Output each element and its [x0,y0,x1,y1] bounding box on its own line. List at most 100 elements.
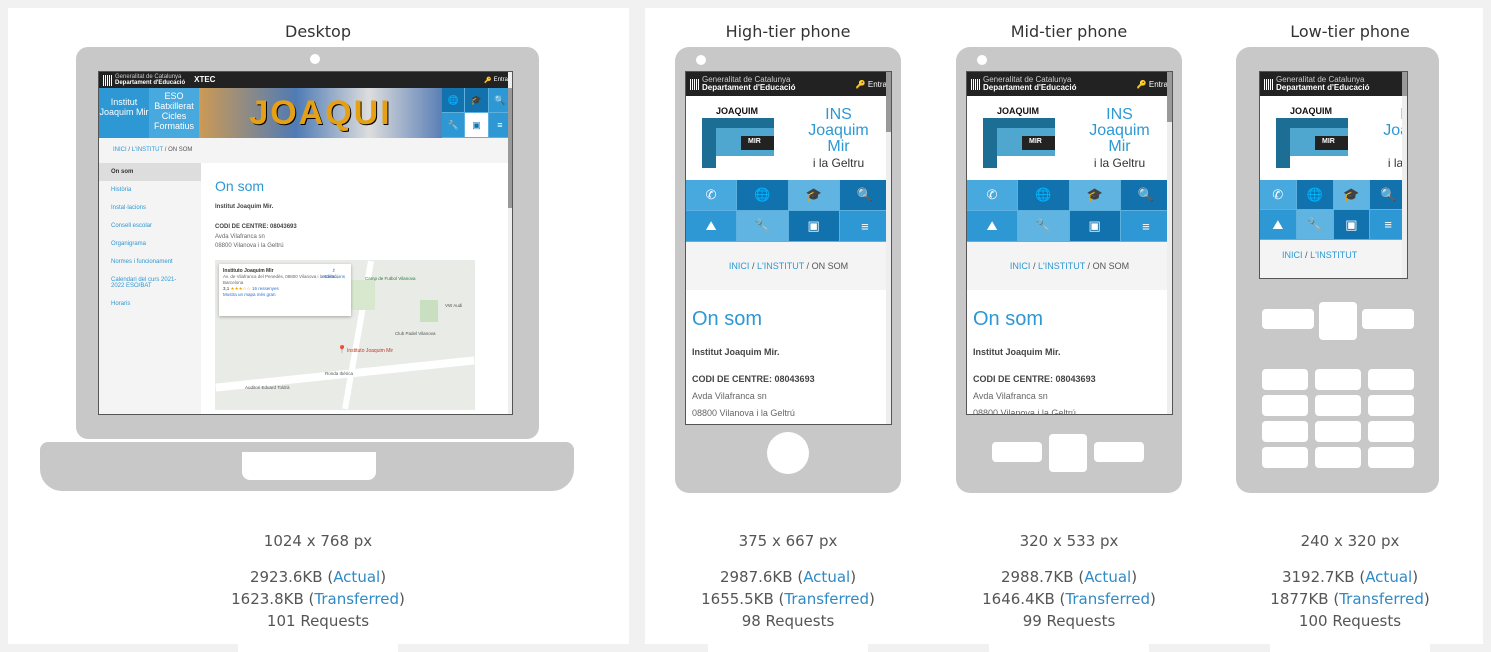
transferred-link[interactable]: Transferred [1339,590,1424,608]
globe-icon[interactable]: 🌐 [737,180,789,211]
page-heading: On som [692,308,763,330]
keypad-key[interactable] [1262,421,1308,442]
graduation-icon[interactable]: 🎓 [788,180,840,211]
keypad-key[interactable] [1262,369,1308,390]
soft-key-left[interactable] [992,442,1042,462]
graduation-icon[interactable]: 🎓 [1333,180,1371,210]
sidebar-item[interactable]: Organigrama [99,235,201,253]
sidebar-item[interactable]: Normes i funcionament [99,253,201,271]
low-stats: 240 x 320 px 3192.7KB (Actual) 1877KB (T… [1270,532,1430,630]
wrench-icon[interactable]: 🔧 [442,113,466,138]
phone-camera [696,55,706,65]
main-content: On som Institut Joaquim Mir. CODI DE CEN… [967,290,1172,414]
actual-link[interactable]: Actual [803,568,850,586]
wrench-icon[interactable]: 🔧 [737,211,789,242]
directions-link[interactable]: ⮥ Indicacions [322,268,345,280]
breadcrumb: INICI / L'INSTITUT / ON SOM [686,242,891,290]
high-title: High-tier phone [725,22,851,41]
home-button[interactable] [767,432,809,474]
keypad-key[interactable] [1368,447,1414,468]
graduation-icon[interactable]: 🎓 [1069,180,1121,211]
sidebar-item[interactable]: Calendari del curs 2021-2022 ESO/BAT [99,271,201,295]
keypad-key[interactable] [1315,447,1361,468]
map-pin[interactable]: 📍Instituto Joaquim Mir [337,344,393,357]
map-icon[interactable]: ⛰ [967,211,1019,242]
school-logo-icon: JOAQUIM MIR [1260,96,1360,180]
transferred-link[interactable]: Transferred [784,590,869,608]
search-icon[interactable]: 🔍 [1120,180,1172,211]
wrench-icon[interactable]: 🔧 [1018,211,1070,242]
sidebar-item[interactable]: Instal·lacions [99,199,201,217]
laptop-lid: Generalitat de Catalunya Departament d'Ed… [76,47,539,439]
breadcrumb: INICI / L'INSTITUT / ON SOM [967,242,1172,290]
actual-link[interactable]: Actual [1365,568,1412,586]
school-brand[interactable]: JOAQUIM MIR INS Joaquim Mir i la Geltru [686,96,891,180]
school-brand[interactable]: JOAQUIM MIR INS Joaquim Mir i la Geltru [1260,96,1407,180]
low-phone: Generalitat de Catalunya Departament d'Ed… [1236,47,1439,493]
soft-key-right[interactable] [1094,442,1144,462]
search-icon[interactable]: 🔍 [839,180,891,211]
actual-link[interactable]: Actual [1084,568,1131,586]
center-key[interactable] [1049,434,1087,472]
keypad [1262,369,1414,468]
mid-phone: Generalitat de Catalunya Departament d'Ed… [956,47,1182,493]
keypad-key[interactable] [1262,447,1308,468]
document-icon[interactable]: ▣ [1069,211,1121,242]
soft-key-right[interactable] [1362,309,1414,329]
wrench-icon[interactable]: 🔧 [1296,210,1334,240]
scrollbar[interactable] [1167,72,1172,414]
actual-link[interactable]: Actual [333,568,380,586]
school-short-name[interactable]: Institut Joaquim Mir [99,88,149,138]
menu-icon[interactable]: ≡ [1120,211,1172,242]
sidebar-item[interactable]: Història [99,181,201,199]
sidebar-item[interactable]: Consell escolar [99,217,201,235]
entra-link[interactable]: 🔑 Entra [856,80,887,89]
keypad-key[interactable] [1315,369,1361,390]
scrollbar[interactable] [886,72,891,424]
menu-icon[interactable]: ≡ [839,211,891,242]
breadcrumb: INICI / L'INSTITUT / ON SOM [99,138,512,163]
keypad-key[interactable] [1368,395,1414,416]
graduation-icon[interactable]: 🎓 [465,88,489,113]
scrollbar[interactable] [1402,72,1407,278]
laptop-trackpad [242,452,376,480]
document-icon[interactable]: ▣ [465,113,489,138]
center-key[interactable] [1319,302,1357,340]
document-icon[interactable]: ▣ [1333,210,1371,240]
scrollbar[interactable] [508,72,512,414]
page-heading: On som [215,178,265,194]
entra-link[interactable]: 🔑 Entra [1137,80,1168,89]
desktop-screen: Generalitat de Catalunya Departament d'Ed… [98,71,513,415]
transferred-link[interactable]: Transferred [314,590,399,608]
phone-icon[interactable]: ✆ [967,180,1019,211]
mid-tab-stub [989,642,1149,652]
entra-link[interactable]: 🔑 Entra [484,77,508,84]
keypad-key[interactable] [1262,395,1308,416]
sidebar-item[interactable]: Horaris [99,295,201,313]
map-icon[interactable]: ⛰ [1260,210,1297,240]
page-heading: On som [973,308,1044,330]
map-embed[interactable]: Instituto Joaquim Mir Av. de Vilafranca … [215,259,475,410]
soft-key-left[interactable] [1262,309,1314,329]
desktop-stats: 1024 x 768 px 2923.6KB (Actual) 1623.8KB… [231,532,405,630]
xtec-logo[interactable]: XTEC [194,76,215,84]
keypad-key[interactable] [1368,421,1414,442]
document-icon[interactable]: ▣ [788,211,840,242]
phone-icon[interactable]: ✆ [1260,180,1297,210]
globe-icon[interactable]: 🌐 [1296,180,1334,210]
key-icon: 🔑 [484,77,492,84]
keypad-key[interactable] [1368,369,1414,390]
sidebar-item[interactable]: On som [99,163,201,181]
school-logo-icon: JOAQUIM MIR [967,96,1067,180]
phone-icon[interactable]: ✆ [686,180,738,211]
globe-icon[interactable]: 🌐 [442,88,466,113]
map-icon[interactable]: ⛰ [686,211,738,242]
site-body: On som Història Instal·lacions Consell e… [99,163,512,414]
globe-icon[interactable]: 🌐 [1018,180,1070,211]
keypad-key[interactable] [1315,421,1361,442]
transferred-link[interactable]: Transferred [1065,590,1150,608]
keypad-key[interactable] [1315,395,1361,416]
studies-link[interactable]: ESO Batxillerat Cicles Formatius [149,88,199,138]
key-icon: 🔑 [855,79,866,89]
school-brand[interactable]: JOAQUIM MIR INS Joaquim Mir i la Geltru [967,96,1172,180]
